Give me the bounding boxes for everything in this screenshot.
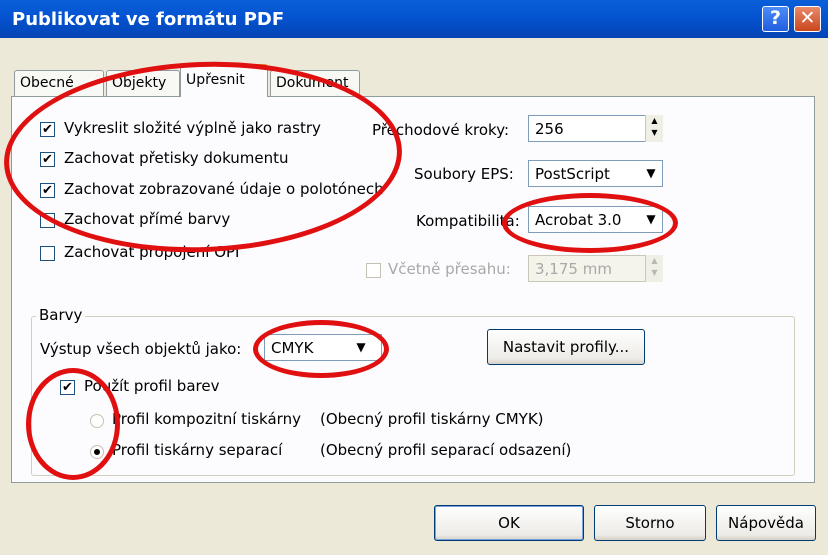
spin-up-icon: ▲: [651, 256, 658, 265]
compatibility-label: Kompatibilita:: [416, 212, 520, 230]
title-bar: Publikovat ve formátu PDF: [0, 0, 828, 38]
transition-steps-label: Přechodové kroky:: [372, 121, 510, 139]
transition-steps-input[interactable]: 256: [528, 115, 663, 142]
help-title-button[interactable]: ?: [762, 6, 789, 32]
opi-links-label: Zachovat propojení OPI: [64, 243, 240, 261]
tab-general[interactable]: Obecné: [14, 70, 104, 96]
raster-fills-checkbox[interactable]: ✔: [40, 122, 55, 137]
bleed-value: 3,175 mm: [535, 260, 612, 278]
tab-advanced[interactable]: Upřesnit: [180, 64, 268, 97]
transition-steps-spinner[interactable]: ▲ ▼: [645, 115, 663, 142]
compatibility-dropdown-icon[interactable]: ▼: [640, 207, 662, 232]
overprints-checkbox[interactable]: ✔: [40, 152, 55, 167]
check-icon: ✔: [42, 152, 53, 167]
bleed-label: Včetně přesahu:: [388, 260, 511, 278]
window-title: Publikovat ve formátu PDF: [12, 9, 285, 30]
spot-colors-label: Zachovat přímé barvy: [64, 210, 231, 228]
output-label: Výstup všech objektů jako:: [40, 340, 242, 358]
ok-button[interactable]: OK: [434, 505, 584, 541]
bleed-input[interactable]: 3,175 mm: [528, 255, 663, 282]
tab-objects[interactable]: Objekty: [106, 70, 180, 96]
separation-label: Profil tiskárny separací: [112, 441, 283, 459]
check-icon: ✔: [42, 122, 53, 137]
bleed-checkbox[interactable]: [366, 263, 381, 278]
use-profile-label: Použít profil barev: [84, 377, 220, 395]
raster-fills-label: Vykreslit složité výplně jako rastry: [64, 119, 321, 137]
help-button[interactable]: Nápověda: [716, 505, 816, 541]
tab-document[interactable]: Dokument: [270, 70, 360, 96]
composite-label: Profil kompozitní tiskárny: [112, 410, 301, 428]
close-title-button[interactable]: ✕: [794, 6, 821, 32]
check-icon: ✔: [42, 183, 53, 198]
bleed-spinner[interactable]: ▲ ▼: [645, 255, 663, 282]
compatibility-value: Acrobat 3.0: [535, 211, 622, 229]
spin-down-icon: ▼: [651, 268, 658, 277]
halftone-label: Zachovat zobrazované údaje o polotónech: [64, 180, 384, 198]
close-icon: ✕: [799, 7, 816, 29]
composite-profile-text: (Obecný profil tiskárny CMYK): [320, 410, 544, 428]
transition-steps-value: 256: [535, 120, 564, 138]
cancel-button[interactable]: Storno: [594, 505, 706, 541]
tab-label: Dokument: [276, 75, 349, 91]
use-profile-checkbox[interactable]: ✔: [60, 380, 75, 395]
help-icon: ?: [769, 7, 782, 29]
spin-up-icon: ▲: [651, 116, 658, 125]
composite-radio[interactable]: [90, 414, 104, 428]
output-value: CMYK: [271, 339, 314, 357]
tab-label: Objekty: [112, 75, 167, 91]
overprints-label: Zachovat přetisky dokumentu: [64, 149, 289, 167]
eps-dropdown-icon[interactable]: ▼: [640, 161, 662, 186]
set-profiles-button[interactable]: Nastavit profily...: [487, 329, 645, 365]
check-icon: ✔: [62, 380, 73, 395]
output-dropdown-icon[interactable]: ▼: [350, 335, 372, 360]
separation-radio[interactable]: [90, 445, 104, 459]
tab-label: Upřesnit: [186, 72, 245, 88]
tab-label: Obecné: [20, 75, 74, 91]
eps-files-label: Soubory EPS:: [414, 165, 514, 183]
separation-profile-text: (Obecný profil separací odsazení): [320, 441, 572, 459]
spot-colors-checkbox[interactable]: [40, 213, 55, 228]
spin-down-icon: ▼: [651, 128, 658, 137]
colors-legend: Barvy: [36, 306, 86, 324]
opi-links-checkbox[interactable]: [40, 246, 55, 261]
eps-files-value: PostScript: [535, 165, 610, 183]
halftone-checkbox[interactable]: ✔: [40, 183, 55, 198]
